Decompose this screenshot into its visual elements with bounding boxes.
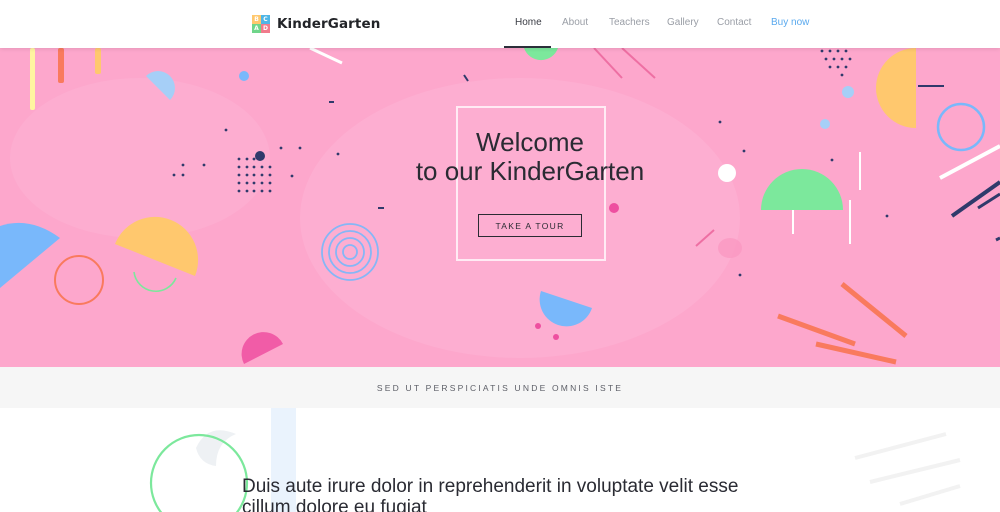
hero-title: Welcome to our KinderGarten [380, 128, 680, 186]
hero-title-line-1: Welcome [476, 127, 584, 157]
nav-item-home[interactable]: Home [515, 17, 542, 28]
intro-section: Duis aute irure dolor in reprehenderit i… [0, 408, 1000, 512]
brand-name: KinderGarten [277, 16, 381, 32]
kindergarten-logo-icon: B C A D [252, 15, 270, 33]
hero-section: Welcome to our KinderGarten TAKE A TOUR [0, 48, 1000, 367]
tagline-bar: SED UT PERSPICIATIS UNDE OMNIS ISTE [0, 367, 1000, 408]
tagline-text: SED UT PERSPICIATIS UNDE OMNIS ISTE [376, 382, 624, 393]
nav-item-about[interactable]: About [562, 17, 588, 28]
nav-item-gallery[interactable]: Gallery [667, 17, 699, 28]
logo-glyph-1: B [252, 15, 261, 24]
take-a-tour-button[interactable]: TAKE A TOUR [478, 214, 582, 237]
brand-logo[interactable]: B C A D KinderGarten [252, 15, 380, 33]
logo-glyph-2: C [261, 15, 270, 24]
hero-title-line-2: to our KinderGarten [415, 156, 645, 186]
nav-item-teachers[interactable]: Teachers [609, 17, 650, 28]
nav-item-contact[interactable]: Contact [717, 17, 751, 28]
buy-now-link[interactable]: Buy now [771, 17, 809, 28]
active-nav-indicator [504, 46, 551, 48]
top-navbar: B C A D KinderGarten Home About Teachers… [0, 0, 1000, 48]
logo-glyph-3: A [252, 24, 261, 33]
intro-paragraph: Duis aute irure dolor in reprehenderit i… [242, 476, 739, 512]
logo-glyph-4: D [261, 24, 270, 33]
